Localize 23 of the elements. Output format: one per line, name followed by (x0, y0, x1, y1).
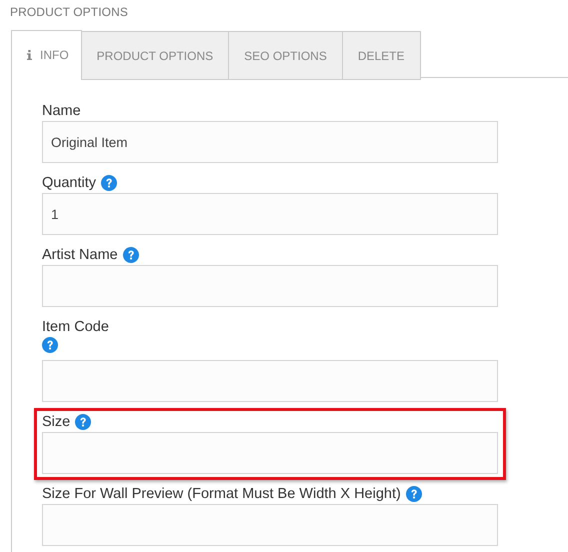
field-label: Size (42, 414, 70, 430)
help-icon[interactable] (75, 414, 92, 430)
field-label: Item Code (42, 318, 109, 334)
tab[interactable]: DELETE (342, 31, 421, 80)
field-label: Quantity (42, 174, 96, 190)
input-field[interactable] (42, 504, 498, 546)
help-icon[interactable] (406, 486, 422, 502)
info-icon (27, 50, 32, 60)
help-icon[interactable] (101, 174, 117, 190)
field-label: Size For Wall Preview (Format Must Be Width X Height) (42, 486, 401, 502)
help-icon[interactable] (42, 337, 58, 353)
tab[interactable]: INFO (11, 30, 82, 80)
help-icon[interactable] (122, 246, 139, 262)
input-field[interactable] (42, 265, 498, 307)
input-field[interactable] (42, 432, 498, 474)
section-title: PRODUCT OPTIONS (9, 4, 129, 21)
input-field[interactable]: Original Item (42, 121, 498, 163)
field-label: Name (42, 102, 81, 118)
field-label: Artist Name (42, 246, 118, 262)
tab[interactable]: PRODUCT OPTIONS (82, 31, 230, 80)
input-field[interactable]: 1 (42, 193, 498, 235)
tab[interactable]: SEO OPTIONS (229, 31, 343, 80)
input-field[interactable] (42, 360, 498, 402)
